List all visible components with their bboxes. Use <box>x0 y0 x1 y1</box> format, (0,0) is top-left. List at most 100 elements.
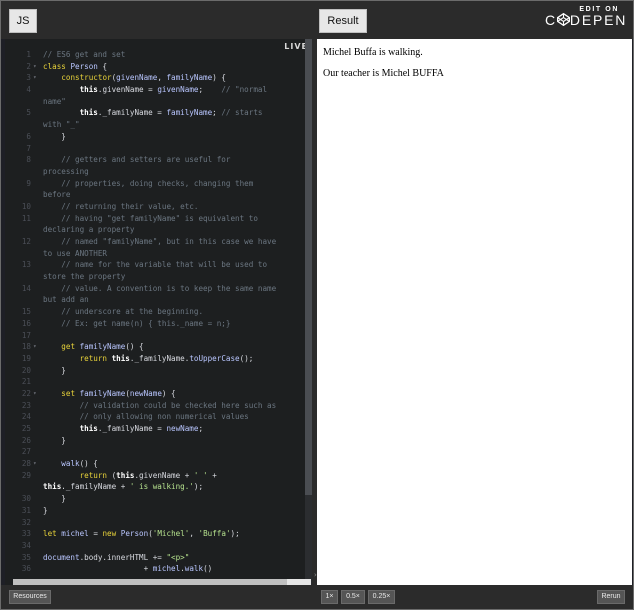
code-line: 30 } <box>5 493 305 505</box>
code-line: 21 <box>5 376 305 388</box>
code-text: class Person { <box>43 61 108 71</box>
line-number: 4 <box>26 85 31 95</box>
code-line: to use ANOTHER <box>5 248 305 260</box>
code-line: before <box>5 189 305 201</box>
code-line: 10 // returning their value, etc. <box>5 201 305 213</box>
code-text: // underscore at the beginning. <box>61 307 204 317</box>
code-text: this._familyName = newName; <box>79 424 204 433</box>
codepen-embed: JS Result EDIT ON C DEPEN 1 // ES6 get and… <box>0 0 634 610</box>
brand-right: DEPEN <box>569 12 628 28</box>
line-number: 1 <box>26 50 31 59</box>
line-number: 26 <box>21 435 31 445</box>
code-text: store the property <box>43 272 126 282</box>
line-number: 16 <box>21 318 31 328</box>
code-line: with "_" <box>5 119 305 131</box>
fold-arrow-icon[interactable]: ▾ <box>33 341 39 353</box>
code-line: 16 // Ex: get name(n) { this._name = n;} <box>5 318 305 330</box>
code-line: 28 ▾ walk() { <box>5 458 305 470</box>
code-text: but add an <box>43 295 89 305</box>
line-number: 19 <box>21 353 31 363</box>
line-number: 8 <box>26 155 31 165</box>
code-line: 4 this.givenName = givenName; // "normal <box>5 84 305 96</box>
code-line: this._familyName + ' is walking.'); <box>5 481 305 493</box>
line-number: 5 <box>26 108 31 118</box>
code-text: this.givenName = givenName; // "normal <box>79 85 268 95</box>
zoom-1x-button[interactable]: 1× <box>321 590 338 604</box>
bottom-bar: Resources 1× 0.5× 0.25× Rerun <box>1 585 633 609</box>
result-line-walking: Michel Buffa is walking. <box>323 47 423 58</box>
line-number: 7 <box>26 143 31 153</box>
code-text: // named "familyName", but in this case … <box>61 237 277 246</box>
line-number: 23 <box>21 400 31 410</box>
code-lines: 1// ES6 get and set 2 ▾ class Person {3 ▾ co… <box>5 49 305 575</box>
codepen-cube-icon <box>556 13 570 26</box>
zoom-05x-button[interactable]: 0.5× <box>341 590 365 604</box>
code-line: 31} <box>5 505 305 517</box>
code-text: } <box>61 435 66 445</box>
code-line: 35 document.body.innerHTML += "<p>" <box>5 552 305 564</box>
code-text: set familyName(newName) { <box>61 388 176 398</box>
code-text: get familyName() { <box>61 342 144 352</box>
zoom-025x-button[interactable]: 0.25× <box>368 590 395 604</box>
code-text: // only allowing non numerical values <box>79 412 249 422</box>
code-line: 5 this._familyName = familyName; // star… <box>5 107 305 119</box>
code-line: 15 // underscore at the beginning. <box>5 306 305 318</box>
line-number: 11 <box>21 213 31 223</box>
code-text: processing <box>43 166 89 176</box>
line-number: 28 <box>21 459 31 469</box>
line-number: 17 <box>21 330 31 340</box>
result-pane: Michel Buffa is walking. Our teacher is … <box>317 39 632 585</box>
code-line: 26 } <box>5 435 305 447</box>
code-line: 19 return this._familyName.toUpperCase()… <box>5 353 305 365</box>
line-number: 2 <box>26 61 31 71</box>
code-line: 3 ▾ constructor(givenName, familyName) { <box>5 72 305 84</box>
code-text: // value. A convention is to keep the sa… <box>61 283 277 293</box>
tab-js[interactable]: JS <box>9 9 37 33</box>
line-number: 20 <box>21 365 31 375</box>
edit-on-codepen-link[interactable]: EDIT ON C DEPEN <box>545 6 625 34</box>
line-number: 15 <box>21 307 31 317</box>
code-text: this._familyName + ' is walking.'); <box>43 482 204 492</box>
line-number: 10 <box>21 201 31 211</box>
line-number: 3 <box>26 73 31 83</box>
code-line: 8 // getters and setters are useful for <box>5 154 305 166</box>
code-text: // returning their value, etc. <box>61 201 199 211</box>
code-text: with "_" <box>43 120 80 130</box>
code-text: } <box>61 494 66 504</box>
code-text: } <box>61 131 66 141</box>
code-text: to use ANOTHER <box>43 248 108 258</box>
code-vertical-scrollbar[interactable] <box>305 39 312 585</box>
rerun-button[interactable]: Rerun <box>597 590 625 604</box>
code-text: return (this.givenName + ' ' + <box>79 470 217 480</box>
code-text: let michel = new Person('Michel', 'Buffa… <box>43 529 240 539</box>
code-line: 33 let michel = new Person('Michel', 'Buf… <box>5 528 305 540</box>
line-number: 21 <box>21 377 31 387</box>
fold-arrow-icon[interactable]: ▾ <box>33 72 39 84</box>
code-line: 13 // name for the variable that will be… <box>5 259 305 271</box>
resources-button[interactable]: Resources <box>9 590 51 604</box>
code-line: 24 // only allowing non numerical values <box>5 411 305 423</box>
code-text: // validation could be checked here such… <box>79 400 277 410</box>
code-line: 1 // ES6 get and set <box>5 49 305 61</box>
code-line: 29 return (this.givenName + ' ' + <box>5 470 305 482</box>
code-line: 14 // value. A convention is to keep the… <box>5 283 305 295</box>
code-line: 20 } <box>5 365 305 377</box>
code-text: // ES6 get and set <box>43 50 126 59</box>
fold-arrow-icon[interactable]: ▾ <box>33 61 39 73</box>
line-number: 14 <box>21 283 31 293</box>
fold-arrow-icon[interactable]: ▾ <box>33 388 39 400</box>
line-number: 25 <box>21 424 31 433</box>
code-text: before <box>43 190 71 200</box>
code-text: constructor(givenName, familyName) { <box>61 73 226 83</box>
code-line: 25 this._familyName = newName; <box>5 423 305 435</box>
code-line: 32 <box>5 517 305 529</box>
code-text: } <box>43 505 48 515</box>
line-number: 31 <box>21 505 31 515</box>
code-text: document.body.innerHTML += "<p>" <box>43 552 190 562</box>
fold-arrow-icon[interactable]: ▾ <box>33 458 39 470</box>
js-code-editor[interactable]: 1// ES6 get and set 2 ▾ class Person {3 ▾ co… <box>5 39 312 585</box>
code-text: return this._familyName.toUpperCase(); <box>79 353 254 363</box>
code-vertical-scroll-thumb[interactable] <box>305 39 312 495</box>
tab-result[interactable]: Result <box>319 9 367 33</box>
line-number: 27 <box>21 447 31 457</box>
